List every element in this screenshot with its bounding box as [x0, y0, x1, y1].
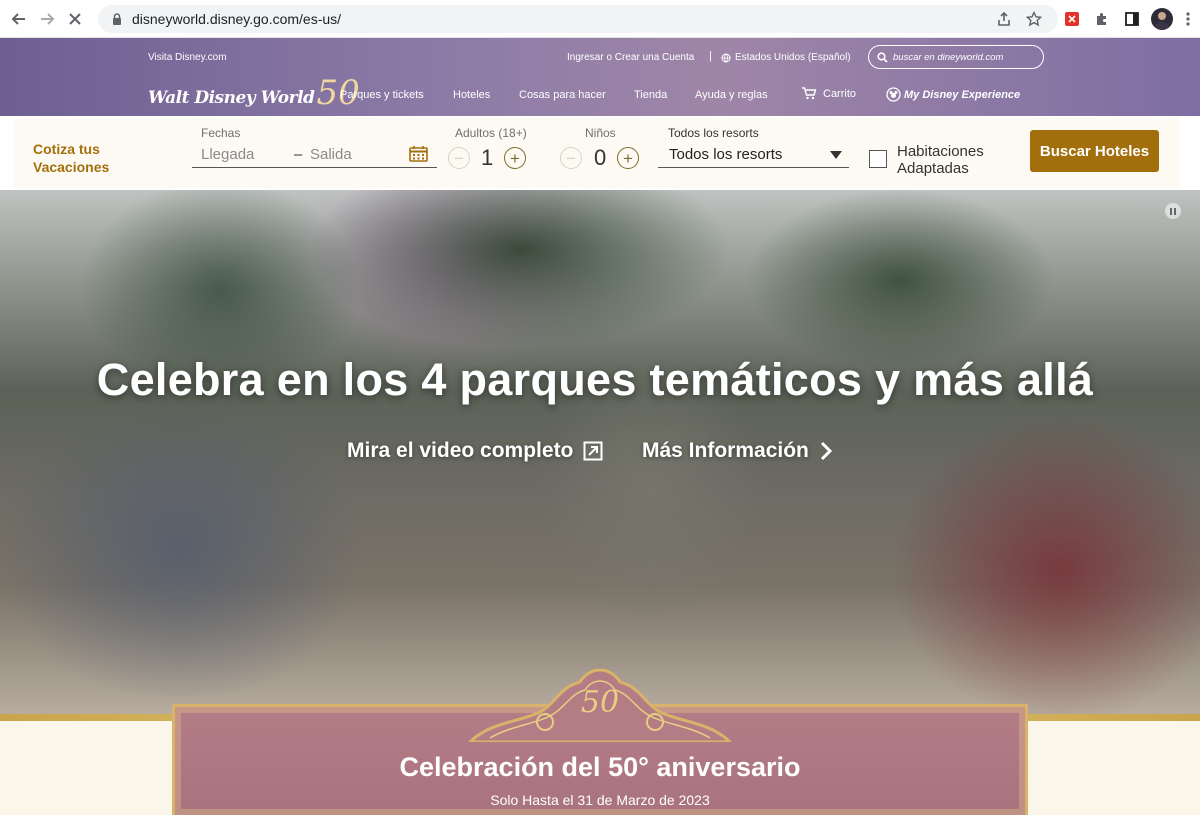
- bookmark-star-icon[interactable]: [1026, 11, 1042, 27]
- nav-hoteles[interactable]: Hoteles: [453, 89, 490, 101]
- url-text: disneyworld.disney.go.com/es-us/: [132, 11, 342, 27]
- separator: |: [709, 50, 712, 62]
- forward-icon[interactable]: [34, 6, 60, 32]
- logo-wordmark: Walt Disney World: [148, 88, 315, 108]
- extension-red-icon[interactable]: [1062, 9, 1082, 29]
- wdw-50-logo[interactable]: Walt Disney World 50: [148, 76, 360, 110]
- nav-tienda[interactable]: Tienda: [634, 89, 667, 101]
- date-dash: –: [294, 146, 303, 163]
- resorts-label: Todos los resorts: [668, 126, 759, 140]
- booking-title: Cotiza tus Vacaciones: [33, 141, 110, 175]
- more-info-link[interactable]: Más Información: [642, 439, 833, 463]
- country-label: Estados Unidos (Español): [735, 52, 851, 63]
- booking-widget: Cotiza tus Vacaciones Fechas Llegada – S…: [14, 118, 1180, 188]
- accessible-rooms-label[interactable]: Habitaciones Adaptadas: [897, 143, 984, 177]
- watch-video-link[interactable]: Mira el video completo: [347, 439, 603, 463]
- expand-icon: [583, 441, 603, 461]
- arrival-input[interactable]: Llegada: [201, 146, 254, 163]
- resorts-select[interactable]: Todos los resorts: [669, 146, 782, 163]
- back-icon[interactable]: [6, 6, 32, 32]
- resorts-underline: [658, 167, 849, 168]
- globe-icon: [721, 53, 731, 62]
- browser-toolbar: disneyworld.disney.go.com/es-us/: [0, 0, 1200, 38]
- cart-icon: [802, 87, 817, 100]
- mde-label: My Disney Experience: [904, 88, 1021, 101]
- more-info-label: Más Información: [642, 439, 809, 462]
- promo-subtitle: Solo Hasta el 31 de Marzo de 2023: [490, 792, 710, 808]
- children-label: Niños: [585, 126, 616, 140]
- dates-label: Fechas: [201, 126, 241, 140]
- stop-loading-icon[interactable]: [62, 6, 88, 32]
- nav-carrito[interactable]: Carrito: [801, 87, 856, 100]
- adults-increment-button[interactable]: +: [504, 147, 526, 169]
- departure-input[interactable]: Salida: [310, 146, 352, 163]
- children-increment-button[interactable]: +: [617, 147, 639, 169]
- adults-count: 1: [481, 145, 494, 170]
- country-selector[interactable]: Estados Unidos (Español): [721, 52, 851, 63]
- profile-avatar[interactable]: [1151, 8, 1173, 30]
- search-placeholder: buscar en dineyworld.com: [893, 51, 1004, 63]
- calendar-icon[interactable]: [409, 145, 428, 162]
- search-icon: [877, 51, 888, 63]
- search-hotels-button[interactable]: Buscar Hoteles: [1030, 130, 1159, 172]
- nav-ayuda-reglas[interactable]: Ayuda y reglas: [695, 89, 768, 101]
- children-decrement-button[interactable]: −: [560, 147, 582, 169]
- watch-video-label: Mira el video completo: [347, 439, 574, 462]
- side-panel-icon[interactable]: [1122, 9, 1142, 29]
- adults-decrement-button[interactable]: −: [448, 147, 470, 169]
- mickey-icon: [886, 87, 901, 102]
- site-search-input[interactable]: buscar en dineyworld.com: [868, 45, 1044, 69]
- hero-background: [0, 190, 1200, 450]
- share-icon[interactable]: [996, 11, 1012, 27]
- adults-label: Adultos (18+): [455, 126, 527, 140]
- dates-underline: [192, 167, 437, 168]
- nav-my-disney-experience[interactable]: My Disney Experience: [886, 87, 1020, 102]
- chevron-down-icon[interactable]: [830, 151, 842, 159]
- extensions-puzzle-icon[interactable]: [1092, 9, 1112, 29]
- visita-disney-link[interactable]: Visita Disney.com: [148, 52, 227, 63]
- address-bar[interactable]: disneyworld.disney.go.com/es-us/: [98, 5, 1058, 33]
- hero-headline: Celebra en los 4 parques temáticos y más…: [96, 354, 1094, 405]
- chevron-right-icon: [820, 441, 832, 461]
- pause-icon[interactable]: [1165, 203, 1181, 219]
- cart-label: Carrito: [823, 87, 857, 100]
- promo-title: Celebración del 50° aniversario: [399, 752, 801, 782]
- hero-video[interactable]: Celebra en los 4 parques temáticos y más…: [0, 190, 1200, 718]
- site-header: Visita Disney.com Ingresar o Crear una C…: [0, 38, 1200, 116]
- nav-cosas-para-hacer[interactable]: Cosas para hacer: [519, 89, 606, 101]
- lock-icon: [113, 13, 121, 25]
- accessible-rooms-checkbox[interactable]: [869, 150, 887, 168]
- children-count: 0: [594, 145, 607, 170]
- nav-parques-tickets[interactable]: Parques y tickets: [340, 89, 424, 101]
- svg-text:50: 50: [581, 685, 619, 720]
- sign-in-link[interactable]: Ingresar o Crear una Cuenta: [567, 52, 694, 63]
- browser-menu-icon[interactable]: [1178, 9, 1198, 29]
- fifty-crest-ornament: 50: [467, 668, 733, 742]
